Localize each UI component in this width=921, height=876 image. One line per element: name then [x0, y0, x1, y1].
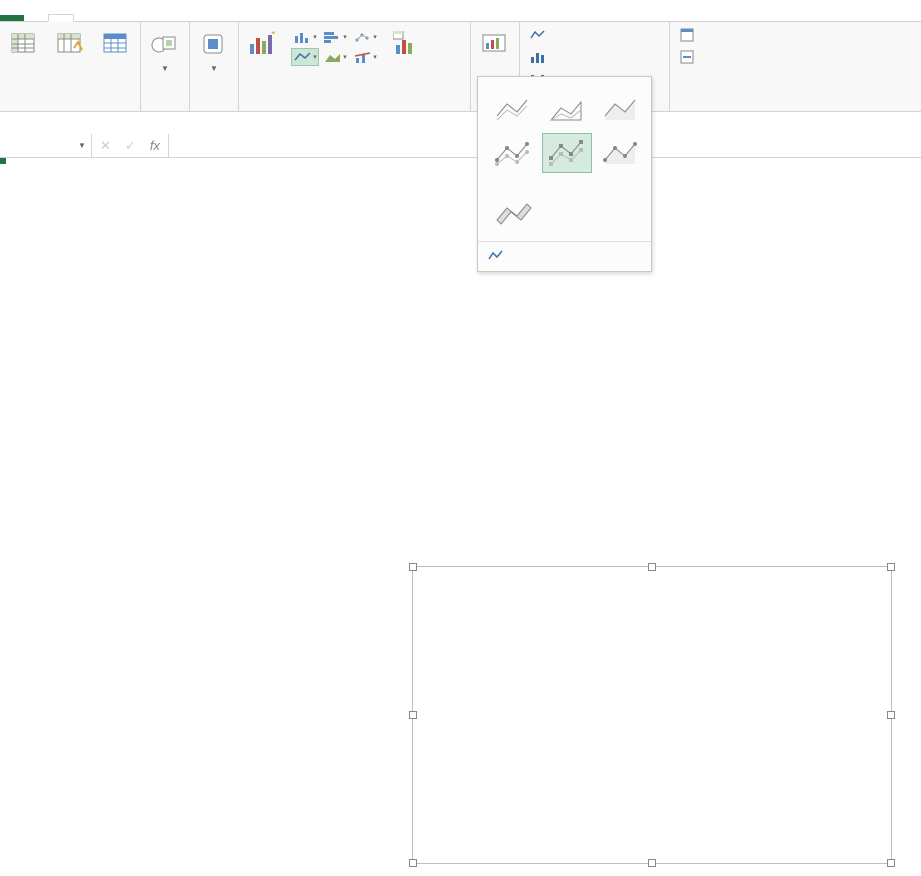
apps-button[interactable]: ▼ [196, 26, 232, 75]
line-chart-option-5[interactable] [542, 133, 592, 173]
cancel-formula-icon[interactable]: ✕ [100, 138, 111, 154]
group-filters [670, 22, 712, 111]
area-chart-button[interactable]: ▾ [321, 48, 349, 66]
line-chart-option-4[interactable] [488, 133, 538, 173]
column-chart-button[interactable]: ▾ [291, 28, 319, 46]
timeline-button[interactable] [676, 48, 706, 66]
chart-type-grid: ▾ ▾ ▾ ▾ ▾ ▾ [291, 28, 379, 66]
line-chart-3d-option[interactable] [488, 193, 538, 233]
table-icon [100, 28, 132, 60]
group-tables [0, 22, 141, 111]
tab-file[interactable] [0, 15, 24, 21]
chart-more-icon [488, 248, 504, 265]
group-charts: ▾ ▾ ▾ ▾ ▾ ▾ [239, 22, 471, 111]
slicer-button[interactable] [676, 26, 706, 44]
chevron-down-icon: ▼ [210, 64, 218, 73]
slicer-icon [680, 27, 696, 43]
tab-strip [0, 0, 921, 22]
recommended-pivot-button[interactable] [52, 26, 88, 64]
ribbon: ▼ ▼ ▾ [0, 22, 921, 112]
apps-icon [198, 28, 230, 60]
more-line-charts-button[interactable] [478, 241, 651, 271]
power-view-icon [479, 28, 511, 60]
name-box-input[interactable] [4, 139, 74, 153]
group-illustrations: ▼ [141, 22, 190, 111]
combo-chart-button[interactable]: ▾ [351, 48, 379, 66]
tab-pagelayout[interactable] [74, 15, 98, 21]
group-apps-label [196, 107, 232, 111]
line-chart-option-1[interactable] [488, 89, 538, 129]
chart-plot-area[interactable] [413, 577, 891, 873]
enter-formula-icon[interactable]: ✓ [125, 138, 136, 154]
dropdown-section-line [478, 77, 651, 87]
pivot-table-icon [8, 28, 40, 60]
tab-insert[interactable] [48, 14, 74, 22]
group-filters-label [676, 107, 706, 111]
tab-home[interactable] [24, 15, 48, 21]
pivot-chart-icon [391, 28, 423, 60]
fx-icon[interactable]: fx [150, 138, 160, 153]
recommended-charts-button[interactable] [245, 26, 281, 64]
chevron-down-icon: ▼ [161, 64, 169, 73]
bar-chart-button[interactable]: ▾ [321, 28, 349, 46]
scatter-chart-button[interactable]: ▾ [351, 28, 379, 46]
line-chart-button[interactable]: ▾ [291, 48, 319, 66]
chevron-down-icon[interactable]: ▼ [78, 141, 86, 150]
recommended-charts-icon [247, 28, 279, 60]
illustrations-button[interactable]: ▼ [147, 26, 183, 75]
timeline-icon [680, 49, 696, 65]
power-view-button[interactable] [477, 26, 513, 64]
tab-data[interactable] [122, 15, 146, 21]
sparkline-line-button[interactable] [526, 26, 556, 44]
pivot-table-button[interactable] [6, 26, 42, 64]
line-chart-dropdown [477, 76, 652, 272]
group-tables-label [6, 107, 134, 111]
sparkline-column-icon [530, 49, 546, 65]
group-apps: ▼ [190, 22, 239, 111]
embedded-chart[interactable] [412, 566, 892, 864]
line-chart-option-2[interactable] [542, 89, 592, 129]
group-charts-label [245, 107, 464, 111]
tab-review[interactable] [146, 15, 170, 21]
illustrations-icon [149, 28, 181, 60]
sparkline-column-button[interactable] [526, 48, 556, 66]
name-box[interactable]: ▼ [0, 134, 92, 157]
dropdown-section-3d [478, 181, 651, 191]
tab-formulas[interactable] [98, 15, 122, 21]
tab-view[interactable] [170, 15, 194, 21]
group-illus-label [147, 107, 183, 111]
sparkline-line-icon [530, 27, 546, 43]
line-chart-option-3[interactable] [596, 89, 646, 129]
table-button[interactable] [98, 26, 134, 64]
pivot-chart-button[interactable] [389, 26, 425, 64]
recommended-pivot-icon [54, 28, 86, 60]
formula-bar: ▼ ✕ ✓ fx [0, 134, 921, 158]
line-chart-option-6[interactable] [596, 133, 646, 173]
